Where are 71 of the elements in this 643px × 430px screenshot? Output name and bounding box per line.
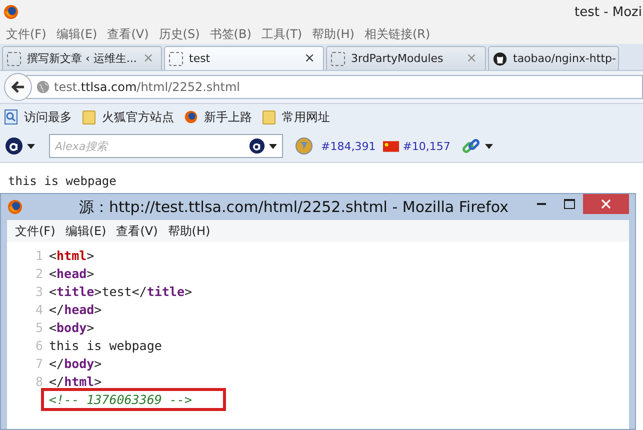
code-line: <body> xyxy=(49,320,94,334)
code-line: </body> xyxy=(49,356,102,370)
browser-tab[interactable]: taobao/nginx-http- xyxy=(488,46,619,70)
menu-item[interactable]: 书签(B) xyxy=(210,26,252,42)
page-text: this is webpage xyxy=(7,173,118,190)
chain-link-icon[interactable] xyxy=(461,136,482,156)
window-title: 源：http://test.ttlsa.com/html/2252.shtml - Mozilla Firefox xyxy=(79,198,509,216)
menu-item[interactable]: 历史(S) xyxy=(158,26,200,42)
caret-icon[interactable] xyxy=(269,144,277,148)
bookmark-link[interactable]: 常用网址 xyxy=(282,108,330,126)
alexa-logo-icon[interactable] xyxy=(249,138,265,154)
menu-item[interactable]: 帮助(H) xyxy=(168,222,210,240)
country-rank[interactable]: #10,157 xyxy=(402,140,450,152)
menu-item[interactable]: 查看(V) xyxy=(116,222,158,240)
back-arrow-icon xyxy=(10,79,26,95)
browser-tab[interactable]: 撰写新文章 ‹ 运维生... × xyxy=(2,46,162,70)
global-rank[interactable]: #184,391 xyxy=(321,140,376,152)
folder-icon xyxy=(82,109,96,125)
caret-icon[interactable] xyxy=(27,144,35,148)
blank-page-icon xyxy=(169,52,183,66)
code-line: </head> xyxy=(49,302,102,316)
bookmark-link[interactable]: 新手上路 xyxy=(204,108,252,126)
line-number: 1 xyxy=(34,248,44,262)
code-line: <html> xyxy=(49,248,94,262)
line-number: 4 xyxy=(34,302,44,316)
line-number: 7 xyxy=(34,356,44,370)
globe-icon xyxy=(36,80,50,94)
alexa-logo-icon[interactable] xyxy=(5,137,23,155)
window-title: test - Mozi xyxy=(574,4,642,20)
menu-item[interactable]: 编辑(E) xyxy=(56,26,98,42)
close-tab-icon[interactable]: × xyxy=(304,51,315,66)
blank-page-icon xyxy=(331,52,345,66)
folder-icon xyxy=(262,109,276,125)
line-number: 5 xyxy=(34,320,44,334)
menu-item[interactable]: 文件(F) xyxy=(15,222,56,240)
tab-label: 3rdPartyModules xyxy=(351,52,444,65)
close-button[interactable] xyxy=(583,194,629,214)
back-button[interactable] xyxy=(4,73,32,101)
browser-tab[interactable]: 3rdPartyModules × xyxy=(326,46,486,70)
caret-icon[interactable] xyxy=(485,144,494,148)
code-line: <head> xyxy=(49,266,94,280)
octocat-icon xyxy=(493,52,507,66)
browser-tab[interactable]: test × xyxy=(164,46,324,70)
bookmark-link[interactable]: 火狐官方站点 xyxy=(102,108,174,126)
firefox-logo-icon xyxy=(184,109,198,125)
line-number: 8 xyxy=(34,374,44,388)
menu-item[interactable]: 帮助(H) xyxy=(312,26,354,42)
code-line: <title>test</title> xyxy=(49,284,192,298)
menu-item[interactable]: 编辑(E) xyxy=(65,222,106,240)
line-number: 3 xyxy=(34,284,44,298)
code-line: </html> xyxy=(49,374,102,388)
menu-item[interactable]: 工具(T) xyxy=(261,26,302,42)
menu-item[interactable]: 相关链接(R) xyxy=(364,26,430,42)
line-number: 6 xyxy=(34,338,44,352)
tab-label: test xyxy=(189,52,212,65)
menu-item[interactable]: 文件(F) xyxy=(6,26,46,42)
tab-label: taobao/nginx-http- xyxy=(513,52,616,65)
close-icon xyxy=(601,199,611,209)
flag-icon xyxy=(382,140,399,152)
line-number: 2 xyxy=(34,266,44,280)
firefox-logo-icon xyxy=(7,199,23,215)
address-bar[interactable]: test.ttlsa.com/html/2252.shtml xyxy=(26,75,643,99)
blank-page-icon xyxy=(7,52,21,66)
firefox-logo-icon xyxy=(3,4,19,20)
menu-item[interactable]: 查看(V) xyxy=(107,26,149,42)
search-page-icon xyxy=(4,109,18,125)
url-text: test.ttlsa.com/html/2252.shtml xyxy=(54,80,240,94)
globe-icon xyxy=(295,137,313,155)
bookmark-link[interactable]: 访问最多 xyxy=(24,108,72,126)
tab-label: 撰写新文章 ‹ 运维生... xyxy=(27,51,137,66)
code-line: this is webpage xyxy=(49,338,162,352)
